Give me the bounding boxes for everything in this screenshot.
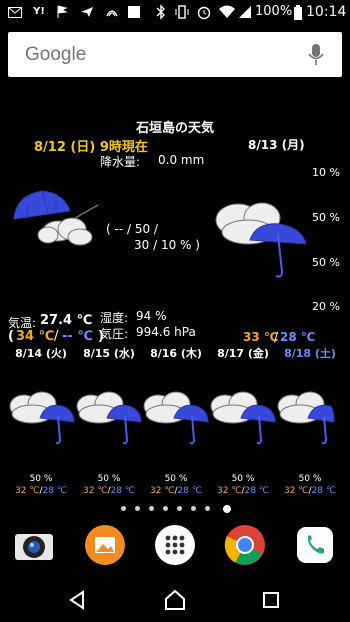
tomorrow-pop-3: 50 % (312, 256, 340, 269)
status-bar: Y! 100% 10:14 (0, 0, 350, 26)
mail-icon (8, 7, 22, 18)
alarm-icon (197, 6, 211, 20)
page-dot[interactable] (135, 506, 140, 511)
tomorrow-label: 8/13 (月) (248, 138, 305, 152)
forecast-day-2-low: 28 ℃ (110, 486, 135, 496)
weather-title: 石垣島の天気 (135, 121, 214, 136)
vibrate-icon (175, 5, 189, 19)
forecast-day-1-low: 28 ℃ (42, 486, 67, 496)
tomorrow-temp-sep: / (274, 330, 279, 344)
forecast-day-2-date: 8/15 (水) (83, 347, 135, 360)
forecast-day-3-low: 28 ℃ (177, 486, 202, 496)
google-logo: Google (25, 44, 87, 65)
precip-label: 降水量: (100, 155, 141, 169)
ymobile-icon: Y! (33, 6, 45, 17)
today-high: 34 ℃ (16, 329, 55, 344)
mic-icon[interactable] (308, 43, 324, 67)
today-low: -- ℃ (62, 329, 94, 344)
tomorrow-weather-icon (215, 202, 307, 278)
tomorrow-pop-1: 10 % (312, 166, 340, 179)
forecast-day-3-icon (143, 391, 209, 445)
forecast-day-3-high: 32 ℃ (150, 486, 175, 496)
forecast-day-3-temps: 32 ℃/28 ℃ (143, 486, 209, 496)
tomorrow-low: 28 ℃ (280, 330, 316, 344)
forecast-day-5-pop: 50 % (298, 474, 322, 484)
tomorrow-pop-4: 20 % (312, 300, 340, 313)
nfc-icon (106, 10, 118, 17)
forecast-day-4-temps: 32 ℃/28 ℃ (210, 486, 276, 496)
forecast-icons (9, 391, 335, 445)
home-icon[interactable] (164, 589, 186, 611)
forecast-day-4-high: 32 ℃ (217, 486, 242, 496)
forecast-day-2-high: 32 ℃ (83, 486, 108, 496)
battery-percent: 100% (255, 4, 293, 19)
forecast-day-4-date: 8/17 (金) (217, 347, 269, 360)
forecast-day-5-high: 32 ℃ (284, 486, 309, 496)
today-temp-sep: / (54, 329, 59, 344)
app-drawer-icon[interactable] (154, 524, 196, 566)
chrome-app-icon[interactable] (224, 524, 266, 566)
send-icon (81, 7, 93, 17)
google-search-bar[interactable]: Google (8, 32, 342, 77)
page-dot[interactable] (163, 506, 168, 511)
page-dot[interactable] (191, 506, 196, 511)
tomorrow-pop-2: 50 % (312, 211, 340, 224)
page-dot[interactable] (149, 506, 154, 511)
temp-value: 27.4 ℃ (40, 313, 93, 328)
forecast-day-2-icon (76, 391, 142, 445)
camera-app-icon[interactable] (14, 526, 54, 566)
forecast-day-1-high: 32 ℃ (15, 486, 40, 496)
forecast-day-5-temps: 32 ℃/28 ℃ (277, 486, 343, 496)
navigation-bar (0, 574, 350, 622)
forecast-day-5-low: 28 ℃ (311, 486, 336, 496)
forecast-day-4-low: 28 ℃ (244, 486, 269, 496)
forecast-day-1-date: 8/14 (火) (15, 347, 67, 360)
bluetooth-icon (156, 4, 165, 20)
humidity-label: 湿度: (100, 311, 129, 325)
battery-icon (294, 5, 302, 20)
signal-icon (239, 6, 251, 18)
pressure-value: 994.6 hPa (136, 325, 196, 339)
clock: 10:14 (306, 4, 347, 20)
page-dot[interactable] (121, 506, 126, 511)
today-pop-line2: 30 / 10 % ) (134, 238, 200, 252)
phone-app-icon[interactable] (296, 526, 334, 564)
forecast-day-4-pop: 50 % (231, 474, 255, 484)
forecast-day-3-date: 8/16 (木) (150, 347, 202, 360)
flag-icon (57, 5, 68, 18)
page-dot[interactable] (205, 506, 210, 511)
forecast-day-2-temps: 32 ℃/28 ℃ (76, 486, 142, 496)
recents-icon[interactable] (262, 591, 280, 609)
forecast-day-3-pop: 50 % (164, 474, 188, 484)
precip-value: 0.0 mm (158, 153, 205, 167)
back-icon[interactable] (68, 590, 86, 610)
wifi-icon (219, 5, 235, 18)
forecast-day-1-temps: 32 ℃/28 ℃ (8, 486, 74, 496)
forecast-day-1-icon (9, 391, 75, 445)
page-dot-active[interactable] (223, 505, 231, 513)
pressure-label: 気圧: (100, 327, 129, 341)
cloudy-rain-icon (13, 190, 99, 246)
forecast-day-5-date: 8/18 (土) (284, 347, 336, 360)
page-dot[interactable] (177, 506, 182, 511)
forecast-day-1-pop: 50 % (29, 474, 53, 484)
forecast-day-5-icon (277, 391, 335, 445)
forecast-day-4-icon (210, 391, 276, 445)
square-icon (128, 6, 140, 18)
album-app-icon[interactable] (84, 524, 126, 566)
forecast-day-2-pop: 50 % (97, 474, 121, 484)
humidity-value: 94 % (136, 309, 167, 323)
temp-range-open: ( (8, 329, 14, 344)
today-pop-line1: ( -- / 50 / (106, 222, 158, 236)
